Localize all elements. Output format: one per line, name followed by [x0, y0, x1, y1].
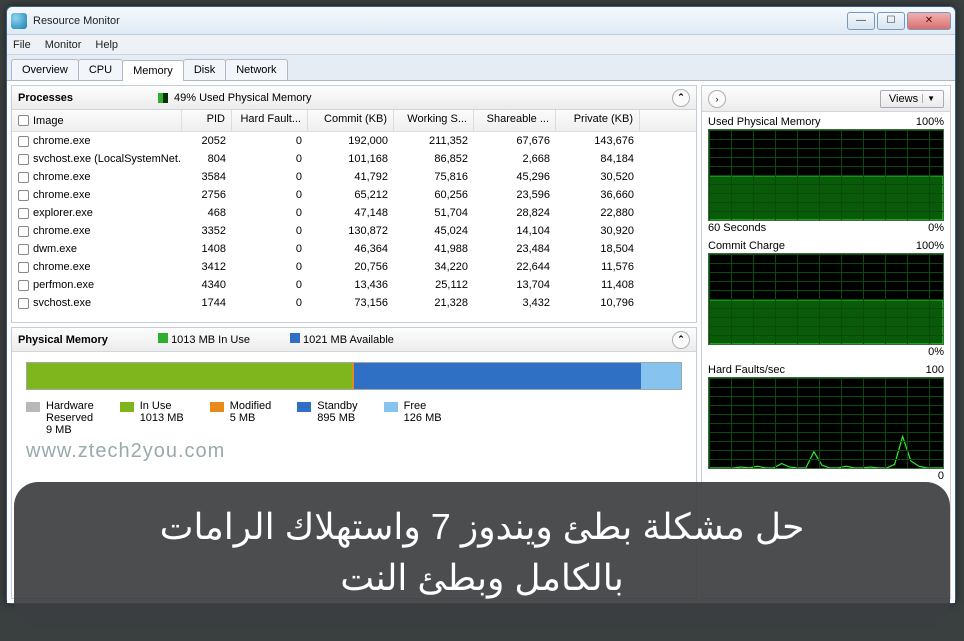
tab-overview[interactable]: Overview — [11, 59, 79, 80]
table-row[interactable]: chrome.exe3412020,75634,22022,64411,576 — [12, 258, 696, 276]
col-private[interactable]: Private (KB) — [556, 110, 640, 131]
chart-hf-title: Hard Faults/sec — [708, 364, 785, 376]
legend-standby: Standby895 MB — [297, 400, 357, 436]
chart-commit-title: Commit Charge — [708, 240, 785, 252]
membar-inuse — [27, 363, 352, 389]
processes-header[interactable]: Processes 49% Used Physical Memory ⌃ — [12, 86, 696, 110]
processes-panel: Processes 49% Used Physical Memory ⌃ Ima… — [11, 85, 697, 323]
membar-free — [641, 363, 681, 389]
row-checkbox[interactable] — [18, 208, 29, 219]
processes-column-header: Image PID Hard Fault... Commit (KB) Work… — [12, 110, 696, 132]
inuse-icon — [158, 333, 168, 343]
chart-commit-max: 100% — [916, 240, 944, 252]
physical-memory-title: Physical Memory — [18, 334, 158, 346]
table-row[interactable]: chrome.exe3584041,79275,81645,29630,520 — [12, 168, 696, 186]
select-all-checkbox[interactable] — [18, 115, 29, 126]
chart-used-footer-left: 60 Seconds — [708, 222, 766, 234]
row-checkbox[interactable] — [18, 190, 29, 201]
chart-used-canvas — [708, 129, 944, 221]
table-row[interactable]: chrome.exe2756065,21260,25623,59636,660 — [12, 186, 696, 204]
chart-hardfaults: Hard Faults/sec 100 0 — [708, 364, 944, 482]
window-title: Resource Monitor — [33, 15, 847, 27]
col-working[interactable]: Working S... — [394, 110, 474, 131]
app-icon — [11, 13, 27, 29]
expand-charts-button[interactable]: › — [708, 90, 726, 108]
membar-standby — [354, 363, 641, 389]
row-checkbox[interactable] — [18, 244, 29, 255]
col-pid[interactable]: PID — [182, 110, 232, 131]
physical-memory-body: HardwareReserved9 MB In Use1013 MB Modif… — [12, 352, 696, 469]
table-row[interactable]: perfmon.exe4340013,43625,11213,70411,408 — [12, 276, 696, 294]
memory-usage-icon — [158, 93, 168, 103]
processes-summary: 49% Used Physical Memory — [174, 92, 312, 104]
row-checkbox[interactable] — [18, 172, 29, 183]
chevron-down-icon: ▼ — [922, 94, 935, 103]
tab-cpu[interactable]: CPU — [78, 59, 123, 80]
caption-line-2: بالكامل وبطئ النت — [44, 553, 920, 603]
tab-disk[interactable]: Disk — [183, 59, 226, 80]
chart-used-max: 100% — [916, 116, 944, 128]
titlebar[interactable]: Resource Monitor — ☐ ✕ — [7, 7, 955, 35]
row-checkbox[interactable] — [18, 154, 29, 165]
charts-header: › Views▼ — [702, 86, 950, 112]
chart-commit-canvas — [708, 253, 944, 345]
row-checkbox[interactable] — [18, 280, 29, 291]
row-checkbox[interactable] — [18, 226, 29, 237]
chart-commit: Commit Charge 100% 0% — [708, 240, 944, 358]
chart-used-memory: Used Physical Memory 100% 60 Seconds 0% — [708, 116, 944, 234]
inuse-summary: 1013 MB In Use — [171, 334, 250, 346]
row-checkbox[interactable] — [18, 298, 29, 309]
chart-hf-max: 100 — [926, 364, 944, 376]
tabbar: Overview CPU Memory Disk Network — [7, 55, 955, 81]
col-commit[interactable]: Commit (KB) — [308, 110, 394, 131]
table-row[interactable]: explorer.exe468047,14851,70428,82422,880 — [12, 204, 696, 222]
chart-commit-footer-right: 0% — [928, 346, 944, 358]
available-icon — [290, 333, 300, 343]
col-hardfaults[interactable]: Hard Fault... — [232, 110, 308, 131]
watermark: www.ztech2you.com — [26, 440, 682, 463]
col-image[interactable]: Image — [12, 110, 182, 131]
row-checkbox[interactable] — [18, 136, 29, 147]
menu-help[interactable]: Help — [95, 39, 118, 51]
menu-file[interactable]: File — [13, 39, 31, 51]
table-row[interactable]: chrome.exe33520130,87245,02414,10430,920 — [12, 222, 696, 240]
tab-network[interactable]: Network — [225, 59, 287, 80]
chart-used-title: Used Physical Memory — [708, 116, 820, 128]
processes-title: Processes — [18, 92, 158, 104]
caption-overlay: حل مشكلة بطئ ويندوز 7 واستهلاك الرامات ب… — [14, 482, 950, 627]
physical-memory-header[interactable]: Physical Memory 1013 MB In Use 1021 MB A… — [12, 328, 696, 352]
legend-free: Free126 MB — [384, 400, 442, 436]
memory-bar — [26, 362, 682, 390]
maximize-button[interactable]: ☐ — [877, 12, 905, 30]
legend-inuse: In Use1013 MB — [120, 400, 184, 436]
views-button[interactable]: Views▼ — [880, 90, 944, 108]
minimize-button[interactable]: — — [847, 12, 875, 30]
processes-table-body[interactable]: chrome.exe20520192,000211,35267,676143,6… — [12, 132, 696, 320]
chart-hf-footer-right: 0 — [938, 470, 944, 482]
table-row[interactable]: chrome.exe20520192,000211,35267,676143,6… — [12, 132, 696, 150]
tab-memory[interactable]: Memory — [122, 60, 184, 81]
chart-hf-canvas — [708, 377, 944, 469]
menu-monitor[interactable]: Monitor — [45, 39, 82, 51]
legend-hardware-reserved: HardwareReserved9 MB — [26, 400, 94, 436]
collapse-physical-button[interactable]: ⌃ — [672, 331, 690, 349]
close-button[interactable]: ✕ — [907, 12, 951, 30]
collapse-processes-button[interactable]: ⌃ — [672, 89, 690, 107]
row-checkbox[interactable] — [18, 262, 29, 273]
caption-line-1: حل مشكلة بطئ ويندوز 7 واستهلاك الرامات — [44, 502, 920, 552]
available-summary: 1021 MB Available — [303, 334, 394, 346]
col-shareable[interactable]: Shareable ... — [474, 110, 556, 131]
menubar: File Monitor Help — [7, 35, 955, 55]
table-row[interactable]: svchost.exe1744073,15621,3283,43210,796 — [12, 294, 696, 312]
chart-used-footer-right: 0% — [928, 222, 944, 234]
memory-legend: HardwareReserved9 MB In Use1013 MB Modif… — [26, 400, 682, 436]
table-row[interactable]: svchost.exe (LocalSystemNet...8040101,16… — [12, 150, 696, 168]
legend-modified: Modified5 MB — [210, 400, 272, 436]
table-row[interactable]: dwm.exe1408046,36441,98823,48418,504 — [12, 240, 696, 258]
